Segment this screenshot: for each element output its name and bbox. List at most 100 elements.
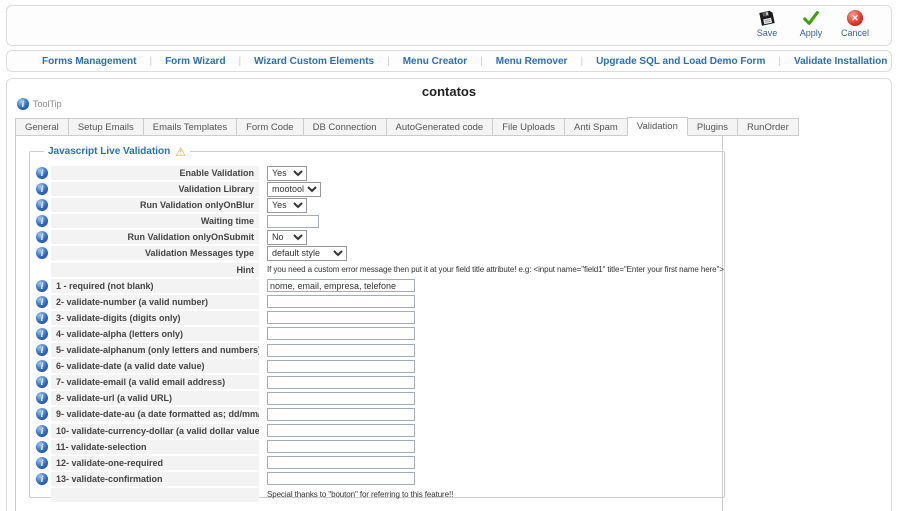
row-select[interactable]: Yes xyxy=(267,197,307,213)
form-row: Hint If you need a custom error message t… xyxy=(36,262,724,277)
tab-db-connection[interactable]: DB Connection xyxy=(302,118,386,136)
tab-plugins[interactable]: Plugins xyxy=(687,118,738,136)
form-row: i 8- validate-url (a valid URL) xyxy=(36,391,724,406)
row-label: 13- validate-confirmation xyxy=(51,471,259,486)
save-label: Save xyxy=(756,28,778,38)
form-row: Special thanks to "bouton" for referring… xyxy=(36,487,724,502)
row-input[interactable] xyxy=(267,359,415,373)
row-label: 8- validate-url (a valid URL) xyxy=(51,391,259,406)
row-input[interactable] xyxy=(267,424,415,437)
tooltip-link[interactable]: i ToolTip xyxy=(17,98,62,110)
info-icon[interactable]: i xyxy=(36,392,48,405)
menu-item-wizard-custom-elements[interactable]: Wizard Custom Elements xyxy=(241,56,387,67)
info-icon[interactable]: i xyxy=(36,295,48,308)
apply-button[interactable]: Apply xyxy=(789,10,833,44)
form-row: i Run Validation onlyOnBlur Yes xyxy=(36,197,724,213)
row-input[interactable] xyxy=(267,295,415,309)
tab-autogenerated-code[interactable]: AutoGenerated code xyxy=(385,118,493,136)
row-input[interactable] xyxy=(267,214,319,228)
info-icon[interactable]: i xyxy=(36,376,48,389)
toolbar-buttons: Save Apply ✕ Cancel xyxy=(745,10,877,44)
info-icon[interactable]: i xyxy=(36,408,48,421)
info-icon[interactable]: i xyxy=(36,199,48,212)
row-label: Validation Library xyxy=(51,182,259,197)
apply-label: Apply xyxy=(799,28,823,38)
row-input[interactable] xyxy=(267,440,415,454)
info-icon[interactable]: i xyxy=(36,440,48,453)
form-row: i 12- validate-one-required xyxy=(36,455,724,470)
tab-file-uploads[interactable]: File Uploads xyxy=(492,118,564,136)
row-input[interactable] xyxy=(267,375,415,389)
tab-runorder[interactable]: RunOrder xyxy=(737,118,799,136)
info-icon[interactable]: i xyxy=(36,344,48,357)
cancel-button[interactable]: ✕ Cancel xyxy=(833,10,877,44)
menu-item-upgrade-sql-and-load-demo-form[interactable]: Upgrade SQL and Load Demo Form xyxy=(583,56,778,67)
validation-fieldset: Javascript Live Validation ⚠ i Enable Val… xyxy=(29,144,725,502)
warning-icon: ⚠ xyxy=(175,144,187,159)
row-input[interactable] xyxy=(267,311,415,325)
row-select[interactable]: default style xyxy=(267,245,347,261)
tab-general[interactable]: General xyxy=(15,118,68,136)
row-input[interactable] xyxy=(267,343,415,357)
info-icon[interactable]: i xyxy=(36,231,48,244)
row-input[interactable] xyxy=(267,407,415,421)
tab-bar: General Setup Emails Emails Templates Form … xyxy=(15,117,799,136)
row-label: 1 - required (not blank) xyxy=(51,278,259,293)
info-icon[interactable]: i xyxy=(36,311,48,324)
menu-item-menu-creator[interactable]: Menu Creator xyxy=(390,56,480,67)
form-row: i Run Validation onlyOnSubmit No xyxy=(36,229,724,245)
row-label: 10- validate-currency-dollar (a valid do… xyxy=(51,423,259,438)
tab-validation[interactable]: Validation xyxy=(626,117,688,136)
row-label xyxy=(51,487,259,502)
cancel-icon: ✕ xyxy=(847,10,863,26)
info-icon[interactable]: i xyxy=(36,424,48,437)
form-row: i 2- validate-number (a valid number) xyxy=(36,294,724,309)
row-label: 4- validate-alpha (letters only) xyxy=(51,326,259,341)
info-icon[interactable]: i xyxy=(36,456,48,469)
save-icon xyxy=(758,10,776,26)
row-label: 6- validate-date (a valid date value) xyxy=(51,359,259,374)
tab-emails-templates[interactable]: Emails Templates xyxy=(142,118,237,136)
row-label: 11- validate-selection xyxy=(51,439,259,454)
info-icon[interactable]: i xyxy=(36,360,48,373)
row-input[interactable] xyxy=(267,327,415,341)
tab-setup-emails[interactable]: Setup Emails xyxy=(67,118,143,136)
menu-item-validate-installation[interactable]: Validate Installation xyxy=(781,56,898,67)
menu-item-menu-remover[interactable]: Menu Remover xyxy=(483,56,581,67)
main-panel: contatos i ToolTip General Setup Emails Em… xyxy=(6,78,892,511)
row-label: 9- validate-date-au (a date formatted as… xyxy=(51,407,259,422)
info-icon[interactable]: i xyxy=(36,167,48,179)
info-icon[interactable]: i xyxy=(36,279,48,292)
row-label: 7- validate-email (a valid email address… xyxy=(51,375,259,390)
row-input[interactable] xyxy=(267,391,415,405)
form-row: i 6- validate-date (a valid date value) xyxy=(36,359,724,374)
row-select[interactable]: No xyxy=(267,229,307,245)
row-label: 2- validate-number (a valid number) xyxy=(51,294,259,309)
toolbar: Save Apply ✕ Cancel xyxy=(6,5,892,46)
save-button[interactable]: Save xyxy=(745,10,789,44)
row-input[interactable] xyxy=(267,456,415,470)
form-row: i 5- validate-alphanum (only letters and … xyxy=(36,343,724,358)
tooltip-label: ToolTip xyxy=(33,99,62,109)
row-input[interactable] xyxy=(267,279,415,293)
info-icon[interactable]: i xyxy=(36,183,48,196)
info-icon[interactable]: i xyxy=(36,215,48,228)
cancel-x-glyph: ✕ xyxy=(847,10,863,26)
screen: Save Apply ✕ Cancel Forms Management | Form W… xyxy=(0,0,898,511)
row-select[interactable]: Yes xyxy=(267,165,307,181)
form-row: i 3- validate-digits (digits only) xyxy=(36,310,724,325)
form-row: i Enable Validation Yes xyxy=(36,165,724,181)
info-icon[interactable]: i xyxy=(36,472,48,485)
cancel-label: Cancel xyxy=(840,28,869,38)
info-icon[interactable]: i xyxy=(36,327,48,340)
tab-anti-spam[interactable]: Anti Spam xyxy=(564,118,627,136)
row-select[interactable]: mootools xyxy=(267,181,321,197)
row-label: Run Validation onlyOnBlur xyxy=(51,198,259,213)
form-row: i1 - required (not blank) xyxy=(36,278,724,293)
row-input[interactable] xyxy=(267,472,415,486)
info-icon[interactable]: i xyxy=(36,247,48,260)
tab-form-code[interactable]: Form Code xyxy=(236,118,303,136)
menu-item-forms-management[interactable]: Forms Management xyxy=(29,56,149,67)
menu-item-form-wizard[interactable]: Form Wizard xyxy=(152,56,238,67)
form-row: i Validation Messages type default style xyxy=(36,245,724,261)
